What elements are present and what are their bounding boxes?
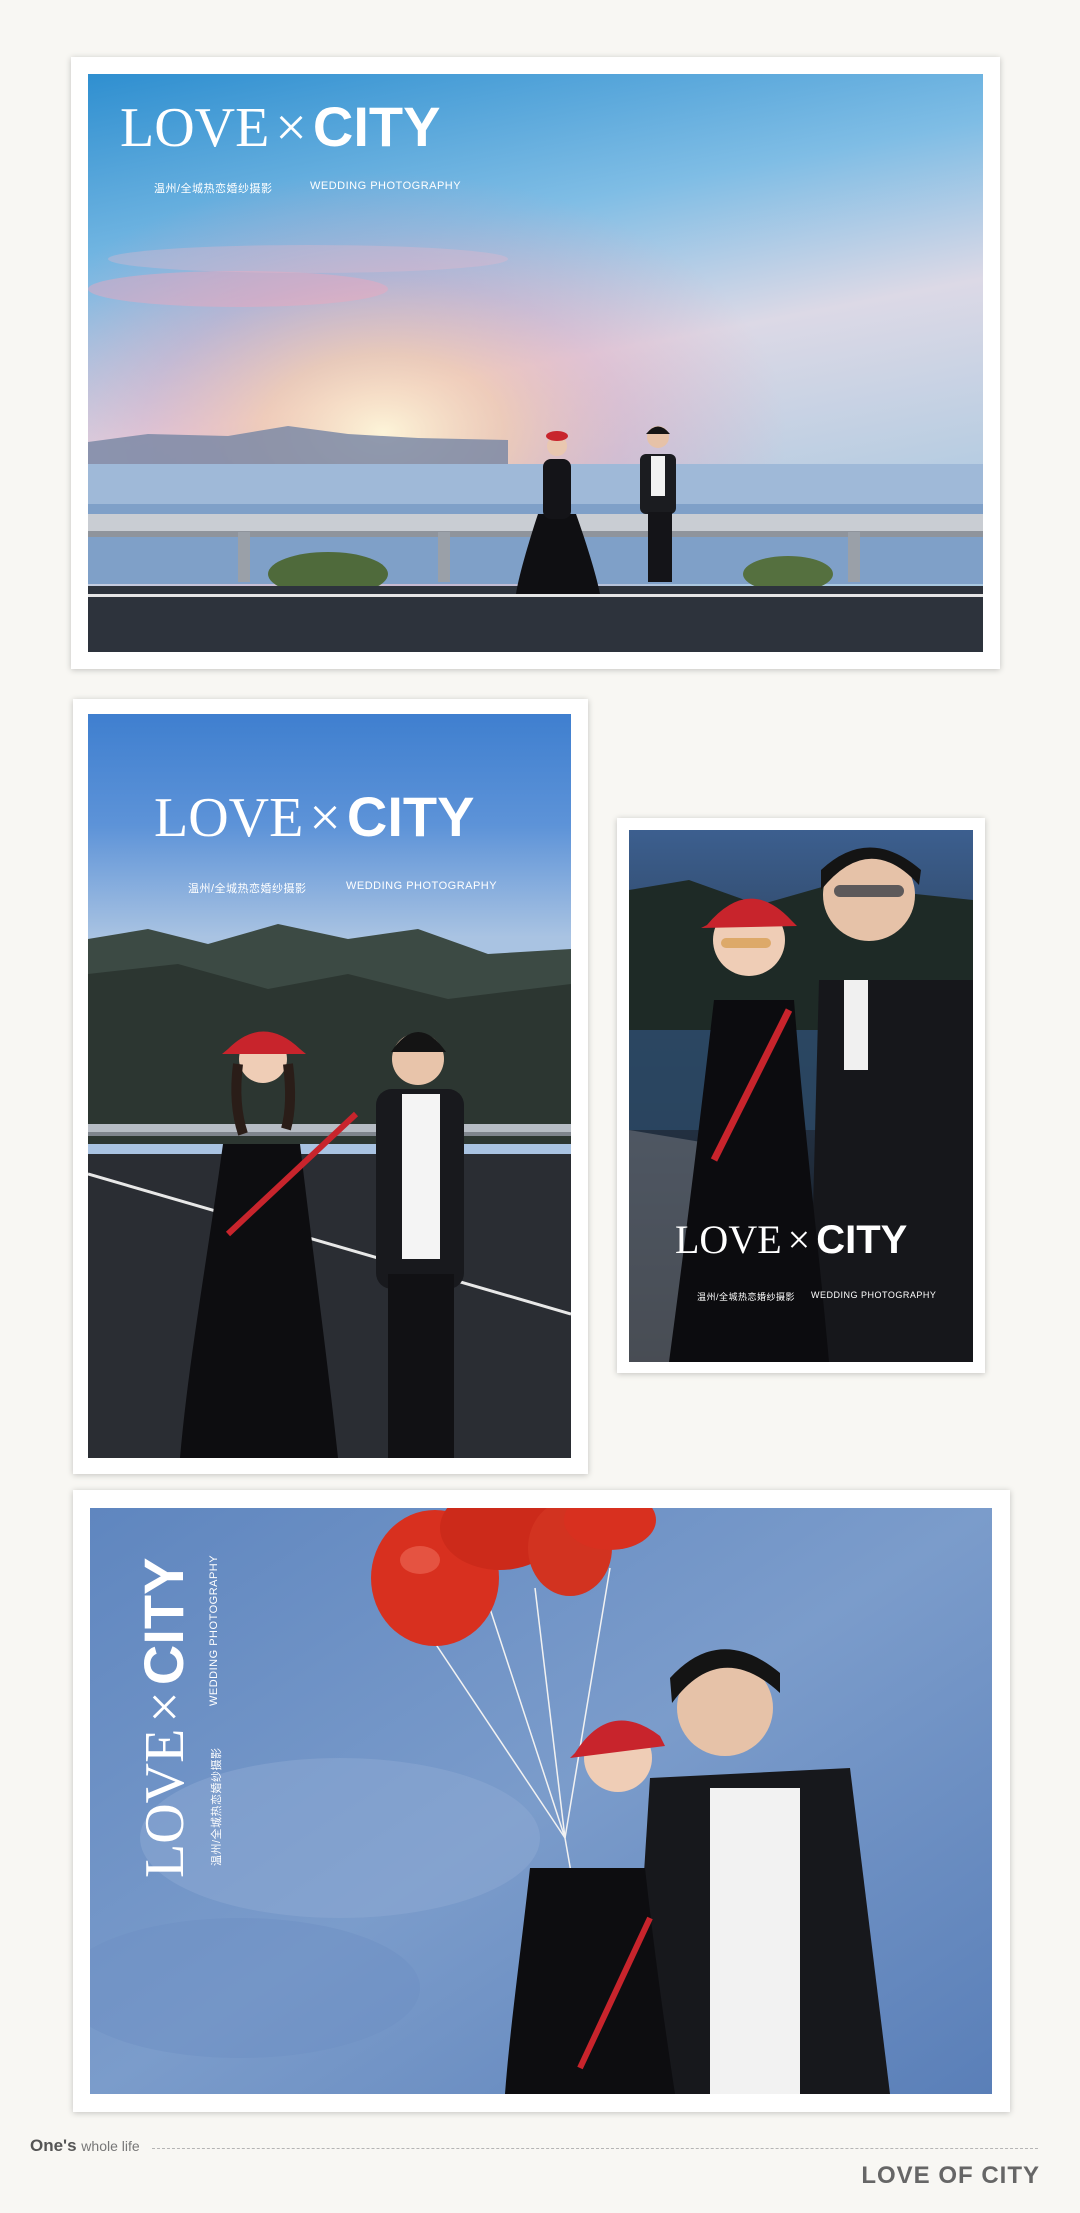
brand-city: CITY xyxy=(312,95,441,158)
red-balloons-image xyxy=(90,1508,992,2094)
subtitle-english: WEDDING PHOTOGRAPHY xyxy=(811,1290,937,1300)
photo-mountain-road: LOVE × CITY 温州/全城热恋婚纱摄影 WEDDING PHOTOGRAPH… xyxy=(88,714,571,1458)
subtitle-english: WEDDING PHOTOGRAPHY xyxy=(310,180,462,192)
brand-city: CITY xyxy=(816,1218,908,1262)
photo-frame-3: LOVE × CITY 温州/全城热恋婚纱摄影 WEDDING PHOTOGRAPH… xyxy=(617,818,985,1373)
subtitle-chinese: 温州/全城热恋婚纱摄影 xyxy=(697,1292,796,1302)
footer-divider xyxy=(152,2148,1038,2149)
subtitle-english: WEDDING PHOTOGRAPHY xyxy=(208,1554,220,1706)
photo-frame-2: LOVE × CITY 温州/全城热恋婚纱摄影 WEDDING PHOTOGRAPH… xyxy=(73,699,588,1474)
photo-frame-4: LOVE × CITY 温州/全城热恋婚纱摄影 WEDDING PHOTOGRAPH… xyxy=(73,1490,1010,2112)
brand-love: LOVE xyxy=(675,1217,782,1262)
footer-tagline-rest: whole life xyxy=(81,2138,140,2154)
brand-city: CITY xyxy=(132,1557,195,1686)
brand-cross: × xyxy=(309,787,341,849)
seaside-sunset-image xyxy=(88,74,983,652)
photo-frame-1: LOVE × CITY 温州/全城热恋婚纱摄影 WEDDING PHOTOGRAPH… xyxy=(71,57,1000,669)
subtitle-english: WEDDING PHOTOGRAPHY xyxy=(346,880,498,892)
photo-closeup-couple: LOVE × CITY 温州/全城热恋婚纱摄影 WEDDING PHOTOGRAPH… xyxy=(629,830,973,1362)
subtitle-chinese: 温州/全城热恋婚纱摄影 xyxy=(211,1747,223,1866)
brand-cross: × xyxy=(134,1691,196,1723)
brand-love: LOVE xyxy=(134,1728,196,1878)
brand-logo: LOVE × CITY xyxy=(675,1216,907,1263)
brand-love: LOVE xyxy=(154,787,304,849)
photo-seaside-sunset: LOVE × CITY 温州/全城热恋婚纱摄影 WEDDING PHOTOGRAPH… xyxy=(88,74,983,652)
brand-cross: × xyxy=(275,97,307,159)
brand-cross: × xyxy=(787,1217,811,1262)
footer-tagline-bold: One's xyxy=(30,2136,77,2155)
closeup-couple-image xyxy=(629,830,973,1362)
subtitle-chinese: 温州/全城热恋婚纱摄影 xyxy=(154,183,273,195)
brand-city: CITY xyxy=(346,785,475,848)
brand-logo-vertical: LOVE × CITY xyxy=(128,1518,200,1878)
brand-logo: LOVE × CITY xyxy=(154,784,474,850)
brand-love: LOVE xyxy=(120,97,270,159)
brand-logo: LOVE × CITY xyxy=(120,94,440,160)
footer-title: LOVE OF CITY xyxy=(861,2162,1040,2189)
footer-tagline: One's whole life xyxy=(30,2136,140,2156)
photo-red-balloons: LOVE × CITY 温州/全城热恋婚纱摄影 WEDDING PHOTOGRAPH… xyxy=(90,1508,992,2094)
subtitle-chinese: 温州/全城热恋婚纱摄影 xyxy=(188,883,307,895)
